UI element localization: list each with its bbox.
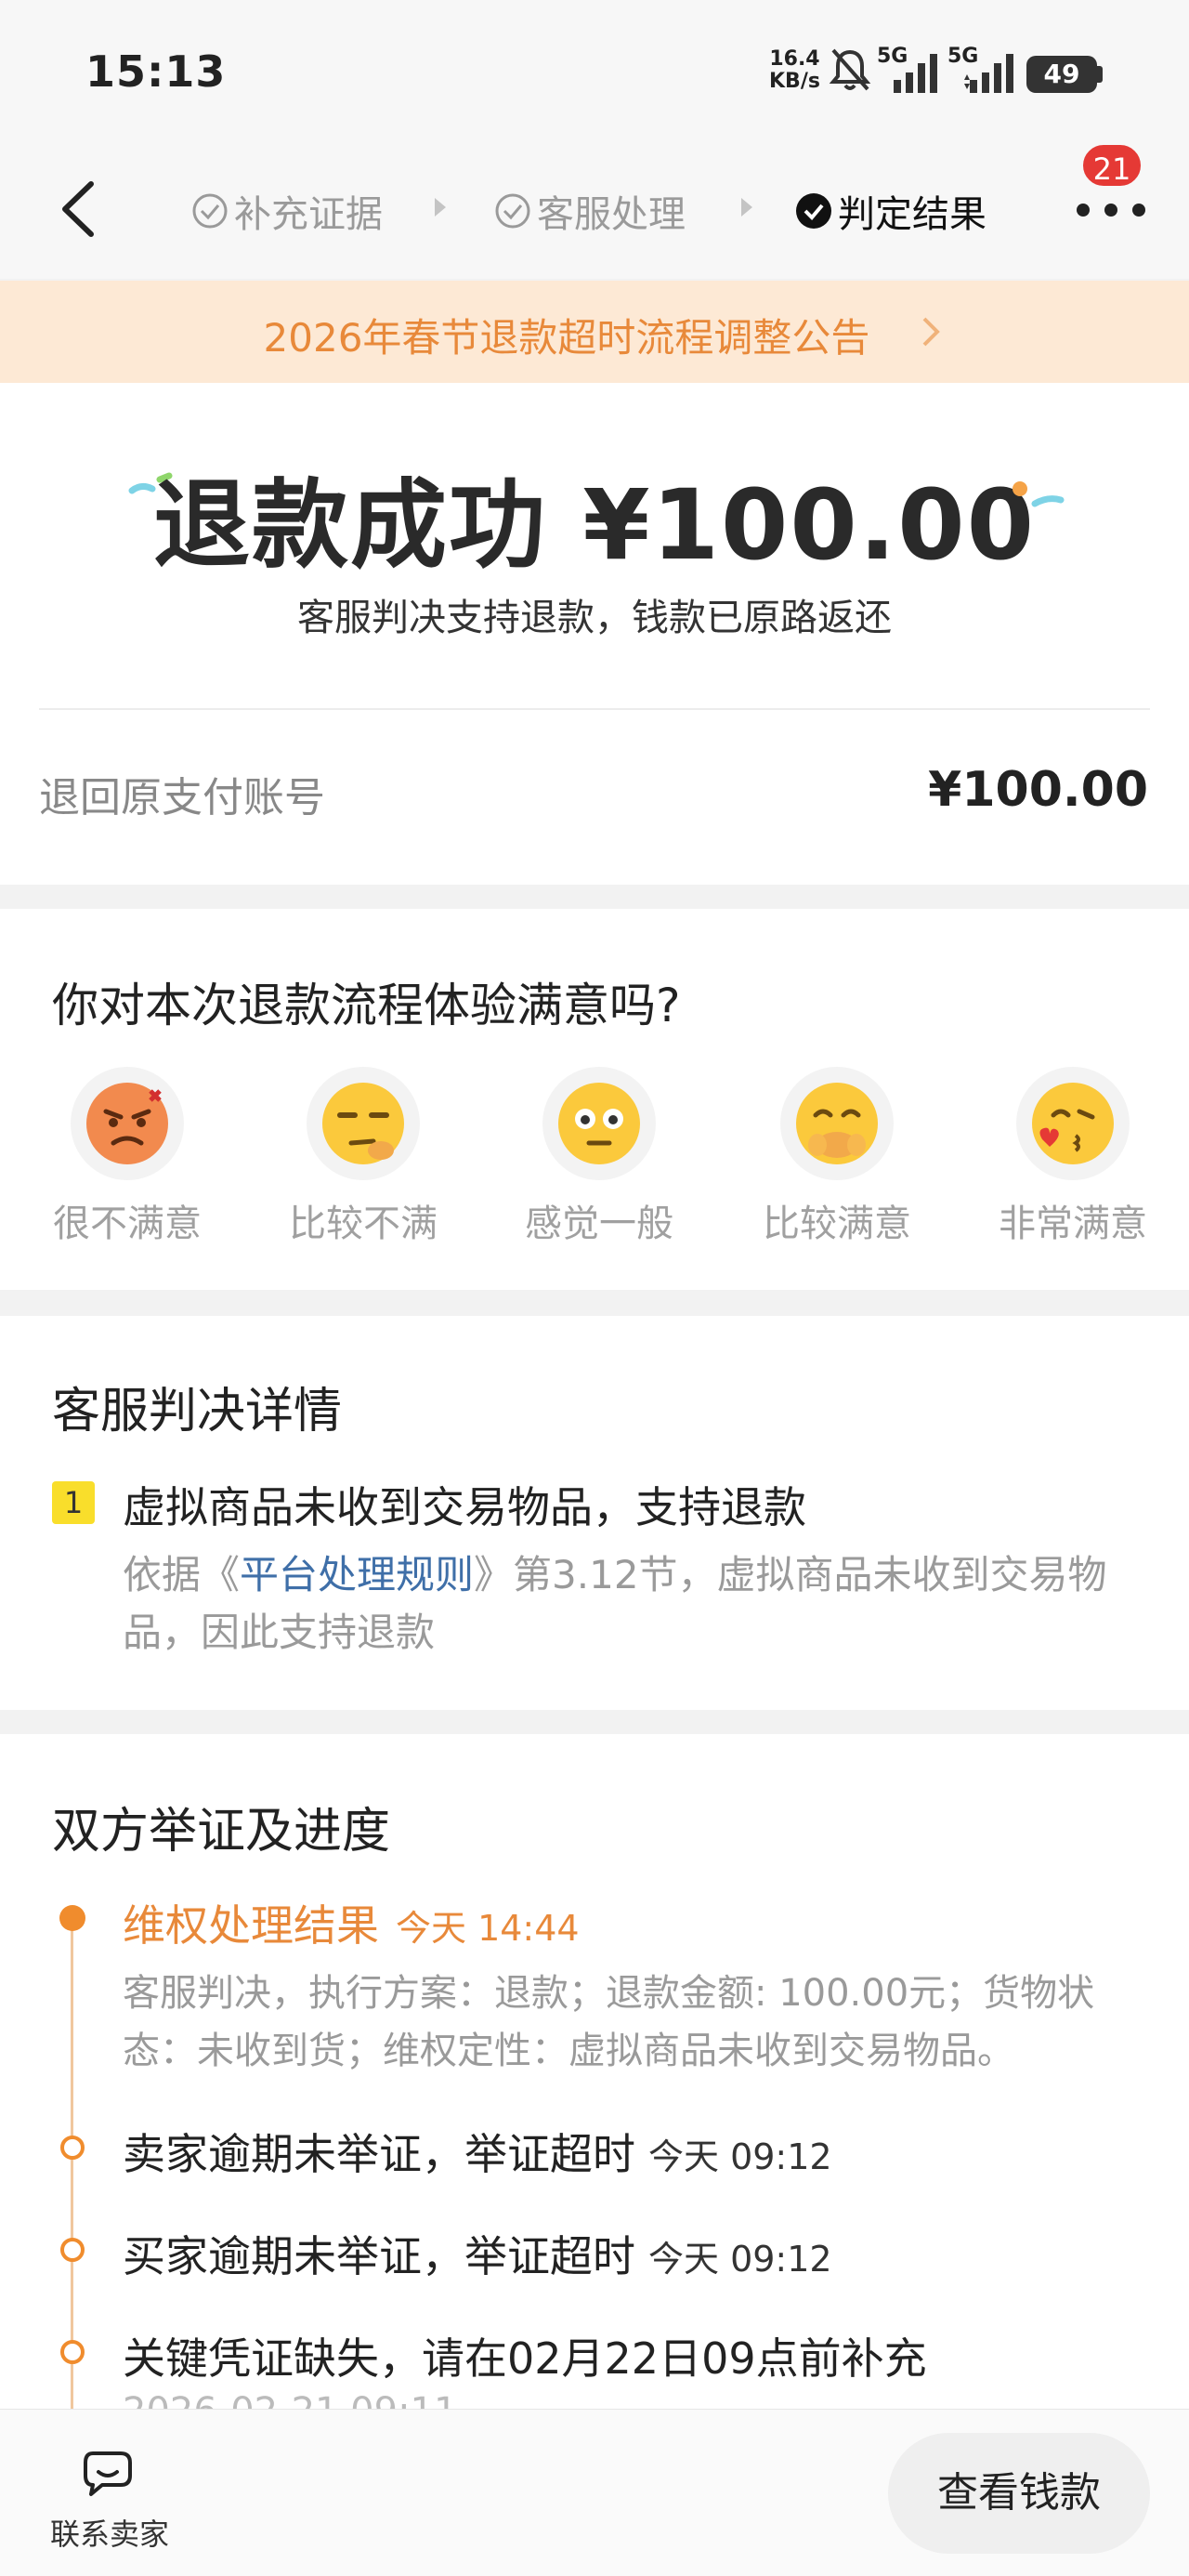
timeline-item-title: 卖家逾期未举证，举证超时 xyxy=(123,2129,635,2179)
step-label: 补充证据 xyxy=(234,193,383,236)
chat-bubble-icon[interactable] xyxy=(80,2446,136,2498)
rating-option-satisfied[interactable] xyxy=(780,1067,894,1180)
verdict-item-description: 依据《平台处理规则》第3.12节，虚拟商品未收到交易物品，因此支持退款 xyxy=(123,1546,1154,1662)
rating-label: 感觉一般 xyxy=(525,1203,673,1245)
timeline-dot xyxy=(60,2238,85,2262)
net-speed-value: 16.4 xyxy=(769,47,820,71)
unamused-face-icon xyxy=(322,1083,404,1164)
net-speed: 16.4 KB/s xyxy=(769,48,820,93)
notification-badge: 21 xyxy=(1079,141,1144,190)
verdict-item-number: 1 xyxy=(52,1481,95,1524)
step-label: 客服处理 xyxy=(537,193,686,236)
verdict-item-heading: 虚拟商品未收到交易物品，支持退款 xyxy=(123,1482,806,1532)
divider xyxy=(39,708,1150,710)
verdict-section-title: 客服判决详情 xyxy=(52,1384,343,1439)
check-circle-icon xyxy=(192,193,228,229)
neutral-face-icon xyxy=(558,1083,640,1164)
chevron-right-icon xyxy=(922,317,940,347)
rating-label: 非常满意 xyxy=(999,1203,1147,1245)
battery-cap xyxy=(1097,66,1103,83)
view-funds-button[interactable]: 查看钱款 xyxy=(888,2433,1150,2554)
step-label: 判定结果 xyxy=(838,193,986,236)
evidence-section-title: 双方举证及进度 xyxy=(52,1804,391,1860)
verdict-desc-prefix: 依据《 xyxy=(123,1552,241,1597)
kissing-heart-face-icon xyxy=(1032,1083,1114,1164)
timeline-dot xyxy=(60,2340,85,2364)
timeline-item-time: 今天 14:44 xyxy=(396,1908,580,1949)
more-menu-icon[interactable] xyxy=(1076,203,1146,217)
timeline-item-heading: 维权处理结果 今天 14:44 xyxy=(123,1892,580,1953)
timeline-dot xyxy=(60,2136,85,2160)
status-time: 15:13 xyxy=(85,46,227,97)
timeline-line xyxy=(71,1922,73,2442)
refund-destination-label: 退回原支付账号 xyxy=(39,774,325,821)
step-arrow-icon xyxy=(741,198,752,217)
rating-option-very-dissatisfied[interactable] xyxy=(71,1067,184,1180)
timeline-item-heading: 卖家逾期未举证，举证超时 今天 09:12 xyxy=(123,2121,832,2182)
timeline-item-title: 买家逾期未举证，举证超时 xyxy=(123,2231,635,2281)
step-supplement-evidence: 补充证据 xyxy=(191,184,383,238)
confetti-right-icon xyxy=(1013,481,1065,507)
platform-rules-link[interactable]: 平台处理规则 xyxy=(240,1552,474,1597)
signal-icon-2 xyxy=(964,54,1013,93)
bell-muted-icon xyxy=(829,48,871,91)
satisfaction-question: 你对本次退款流程体验满意吗? xyxy=(52,979,681,1032)
contact-seller-button[interactable]: 联系卖家 xyxy=(37,2511,182,2554)
timeline-item-heading: 买家逾期未举证，举证超时 今天 09:12 xyxy=(123,2223,832,2284)
refund-success-subtitle: 客服判决支持退款，钱款已原路返还 xyxy=(297,597,892,639)
net-speed-unit: KB/s xyxy=(769,70,820,93)
timeline-dot-active xyxy=(59,1905,85,1931)
rating-label: 很不满意 xyxy=(53,1203,202,1245)
step-verdict-result: 判定结果 xyxy=(795,184,986,238)
rating-option-very-satisfied[interactable] xyxy=(1016,1067,1130,1180)
battery-icon: 49 xyxy=(1026,56,1097,93)
step-service-handling: 客服处理 xyxy=(494,184,686,238)
check-circle-filled-icon xyxy=(796,193,831,229)
timeline-item-description: 客服判决，执行方案：退款；退款金额: 100.00元；货物状态：未收到货；维权定… xyxy=(123,1972,1095,2072)
step-arrow-icon xyxy=(435,198,446,217)
back-arrow-icon[interactable] xyxy=(54,177,110,242)
notice-text[interactable]: 2026年春节退款超时流程调整公告 xyxy=(0,307,1133,363)
timeline-item-title: 维权处理结果 xyxy=(123,1900,379,1951)
smiling-face-icon xyxy=(796,1083,878,1164)
angry-face-icon xyxy=(86,1083,168,1164)
rating-label: 比较不满 xyxy=(289,1203,438,1245)
timeline-item-heading: 关键凭证缺失，请在02月22日09点前补充 xyxy=(123,2333,927,2384)
rating-option-neutral[interactable] xyxy=(542,1067,656,1180)
timeline-item-time: 今天 09:12 xyxy=(648,2239,832,2280)
check-circle-icon xyxy=(495,193,530,229)
rating-option-dissatisfied[interactable] xyxy=(307,1067,420,1180)
signal-icon xyxy=(894,54,937,93)
rating-label: 比较满意 xyxy=(763,1203,911,1245)
timeline-item-time: 今天 09:12 xyxy=(648,2136,832,2177)
refund-amount: ¥100.00 xyxy=(928,762,1148,818)
